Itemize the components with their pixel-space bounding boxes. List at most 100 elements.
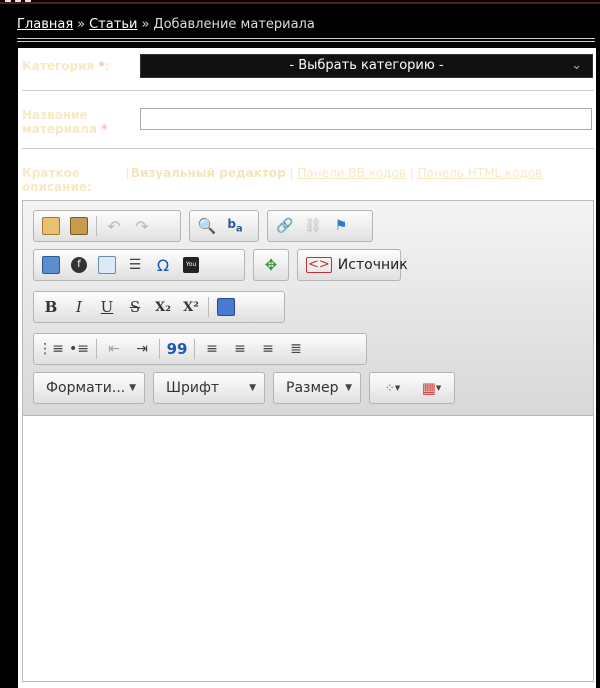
bold-icon: B [44, 298, 58, 316]
align-center-button[interactable]: ≡ [226, 337, 254, 361]
breadcrumb-sep: » [77, 17, 86, 32]
magnifier-icon: 🔍 [197, 217, 217, 235]
undo-icon: ↶ [107, 216, 121, 236]
strike-icon: S [129, 298, 141, 316]
subscript-button[interactable]: X₂ [149, 295, 177, 319]
toolbar-group-source: <> Источник [297, 249, 408, 281]
align-left-button[interactable]: ≡ [198, 337, 226, 361]
indent-icon: ⇥ [136, 341, 148, 357]
redo-icon: ↷ [135, 216, 149, 236]
align-justify-button[interactable]: ≣ [282, 337, 310, 361]
toolbar-group-insert: f ☰ Ω You [33, 249, 245, 281]
toolbar-group-links: 🔗 ⛓ ⚑ [267, 210, 373, 242]
align-center-icon: ≡ [234, 341, 246, 357]
align-justify-icon: ≣ [290, 341, 302, 357]
underline-icon: U [100, 298, 114, 316]
find-button[interactable]: 🔍 [193, 214, 221, 238]
toolbar-group-find: 🔍 ba [189, 210, 259, 242]
bulleted-list-button[interactable]: •≡ [65, 337, 93, 361]
size-dropdown[interactable]: Размер ▼ [273, 372, 361, 404]
breadcrumb-articles-link[interactable]: Статьи [89, 17, 137, 32]
numbered-list-button[interactable]: ⋮≡ [37, 337, 65, 361]
source-icon: <> [306, 257, 332, 273]
background-color-button[interactable]: ▦ ▼ [418, 376, 446, 400]
title-input[interactable] [140, 108, 592, 130]
breadcrumb-sep: » [141, 17, 150, 32]
superscript-icon: X² [183, 299, 199, 315]
top-border [0, 2, 600, 4]
html-icon [217, 298, 235, 316]
numbered-list-icon: ⋮≡ [38, 341, 64, 357]
align-right-button[interactable]: ≡ [254, 337, 282, 361]
subscript-icon: X₂ [155, 299, 171, 315]
paste-word-button[interactable] [65, 214, 93, 238]
bb-codes-link[interactable]: Панели BB кодов [297, 166, 405, 180]
unlink-button[interactable]: ⛓ [299, 214, 327, 238]
italic-icon: I [76, 298, 82, 316]
text-color-button[interactable]: ⁘ ▼ [379, 376, 407, 400]
superscript-button[interactable]: X² [177, 295, 205, 319]
table-icon [98, 256, 116, 274]
redo-button[interactable]: ↷ [128, 214, 156, 238]
horizontal-rule-button[interactable]: ☰ [121, 253, 149, 277]
paste-text-button[interactable] [37, 214, 65, 238]
table-button[interactable] [93, 253, 121, 277]
category-select[interactable]: - Выбрать категорию - ⌄ [140, 54, 593, 78]
toolbar-group-maximize: ✥ [253, 249, 289, 281]
rich-text-editor: ↶ ↷ 🔍 ba 🔗 ⛓ ⚑ f ☰ Ω You ✥ <> Источник B… [22, 200, 594, 682]
visual-editor-mode[interactable]: Визуальный редактор [131, 166, 286, 180]
toolbar-group-document: ↶ ↷ [33, 210, 181, 242]
align-right-icon: ≡ [262, 341, 274, 357]
font-dropdown[interactable]: Шрифт ▼ [153, 372, 265, 404]
breadcrumb-divider [17, 38, 595, 39]
outdent-icon: ⇤ [108, 341, 120, 357]
short-desc-label: Краткое описание: [22, 166, 92, 194]
add-material-form: Категория *: - Выбрать категорию - ⌄ Назв… [18, 48, 596, 688]
replace-icon: ba [227, 217, 243, 235]
maximize-icon: ✥ [264, 256, 278, 274]
dropdown-arrow-icon: ▼ [129, 383, 136, 393]
editor-mode-switch: [Визуальный редактор | Панели BB кодов |… [126, 166, 543, 180]
special-char-button[interactable]: Ω [149, 253, 177, 277]
breadcrumb-home-link[interactable]: Главная [17, 17, 73, 32]
source-label: Источник [337, 257, 408, 273]
size-label: Размер [286, 380, 339, 396]
unlink-icon: ⛓ [304, 218, 322, 234]
title-label: Название материала * [22, 108, 108, 136]
flag-icon: ⚑ [334, 218, 348, 234]
format-dropdown[interactable]: Формати... ▼ [33, 372, 145, 404]
font-label: Шрифт [166, 380, 220, 396]
flash-button[interactable]: f [65, 253, 93, 277]
editor-content-area[interactable] [23, 416, 593, 681]
palette-icon: ⁘ [384, 381, 395, 395]
divider [22, 90, 594, 91]
replace-button[interactable]: ba [221, 214, 249, 238]
bulleted-list-icon: •≡ [69, 341, 89, 357]
html-button[interactable] [212, 295, 240, 319]
italic-button[interactable]: I [65, 295, 93, 319]
html-codes-link[interactable]: Панель HTML кодов [418, 166, 543, 180]
breadcrumb-current: Добавление материала [153, 17, 315, 32]
maximize-button[interactable]: ✥ [257, 253, 285, 277]
underline-button[interactable]: U [93, 295, 121, 319]
breadcrumb-divider [17, 41, 595, 42]
format-label: Формати... [46, 380, 126, 396]
source-button[interactable]: <> Источник [306, 257, 408, 273]
toolbar-group-paragraph: ⋮≡ •≡ ⇤ ⇥ 99 ≡ ≡ ≡ ≣ [33, 333, 367, 365]
strike-button[interactable]: S [121, 295, 149, 319]
omega-icon: Ω [156, 255, 170, 275]
anchor-button[interactable]: ⚑ [327, 214, 355, 238]
paste-word-icon [70, 217, 88, 235]
youtube-button[interactable]: You [177, 253, 205, 277]
flash-icon: f [71, 257, 87, 273]
image-button[interactable] [37, 253, 65, 277]
category-label: Категория *: [22, 59, 110, 73]
bold-button[interactable]: B [37, 295, 65, 319]
indent-button[interactable]: ⇥ [128, 337, 156, 361]
toolbar-group-basic-styles: B I U S X₂ X² [33, 291, 285, 323]
outdent-button[interactable]: ⇤ [100, 337, 128, 361]
blockquote-button[interactable]: 99 [163, 337, 191, 361]
undo-button[interactable]: ↶ [100, 214, 128, 238]
breadcrumb: Главная» Статьи» Добавление материала [17, 17, 315, 32]
link-button[interactable]: 🔗 [271, 214, 299, 238]
